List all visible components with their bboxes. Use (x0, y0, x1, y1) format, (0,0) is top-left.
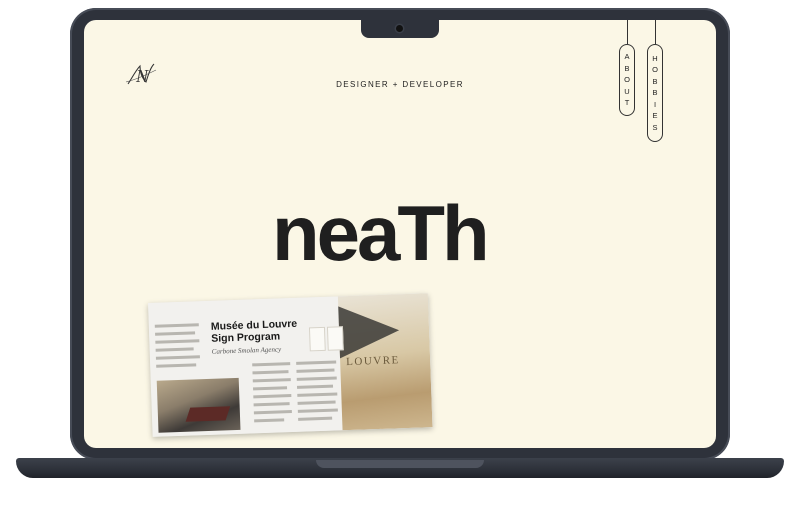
project-card-subtitle: Carbone Smolan Agency (211, 345, 282, 356)
article-text-line (154, 323, 199, 328)
article-text-line (298, 416, 333, 421)
nav-about[interactable]: A B O U T (619, 44, 635, 116)
nav-about-letter: U (624, 86, 630, 96)
nav-hobbies-letter: B (652, 76, 658, 86)
article-text-line (297, 400, 336, 405)
article-text-line (155, 355, 200, 360)
project-card-title: Musée du Louvre Sign Program (211, 317, 322, 345)
poster-window (326, 326, 344, 351)
article-text-line (253, 394, 292, 399)
project-card-article: Musée du Louvre Sign Program Carbone Smo… (148, 296, 348, 437)
hero-wordmark-text: neaTh (272, 189, 487, 277)
nav-about-letter: A (624, 52, 630, 62)
article-text-line (155, 331, 196, 336)
article-text-line (296, 368, 335, 373)
article-text-line (253, 386, 288, 391)
project-card[interactable]: Musée du Louvre Sign Program Carbone Smo… (148, 293, 433, 437)
article-text-line (155, 347, 194, 352)
article-text-line (252, 378, 291, 383)
nav-hobbies-letter: H (652, 53, 658, 63)
article-text-line (296, 360, 337, 365)
camera-icon (396, 25, 403, 32)
nav-hobbies[interactable]: H O B B I E S (647, 44, 663, 142)
project-card-title-line2: Sign Program (211, 330, 281, 345)
article-text-line (297, 392, 338, 397)
nav-hobbies-letter: I (653, 99, 657, 109)
article-text-line (296, 376, 337, 381)
photo-rug (185, 406, 231, 422)
nav-about-wire (627, 20, 628, 44)
project-card-louvre-image: LOUVRE (337, 293, 433, 431)
article-text-line (156, 363, 197, 368)
nav-about-letter: T (624, 98, 630, 108)
nav-hobbies-wire (655, 20, 656, 44)
hero-wordmark: neaTh (266, 160, 556, 280)
screen-notch (361, 20, 439, 38)
nav-hobbies-letter: B (652, 88, 658, 98)
nav-hobbies-letter: O (652, 65, 658, 75)
laptop-base-groove (316, 460, 484, 468)
louvre-pyramid-shape (338, 304, 401, 359)
screen: N DESIGNER + DEVELOPER A B O U T H O B B… (84, 20, 716, 448)
nav-hobbies-letter: E (652, 111, 658, 121)
article-text-line (254, 418, 285, 423)
article-text-line (253, 402, 290, 407)
nav-about-letter: O (624, 75, 630, 85)
article-text-line (252, 370, 289, 375)
article-text-line (155, 339, 200, 344)
nav-about-letter: B (624, 63, 630, 73)
article-text-line (296, 384, 334, 389)
project-card-photo (156, 377, 241, 433)
article-text-line (253, 410, 292, 415)
poster-window (308, 326, 326, 352)
louvre-sign-text: LOUVRE (345, 354, 400, 369)
nav-hobbies-letter: S (652, 122, 658, 132)
article-text-line (252, 362, 291, 367)
article-text-line (297, 408, 338, 413)
